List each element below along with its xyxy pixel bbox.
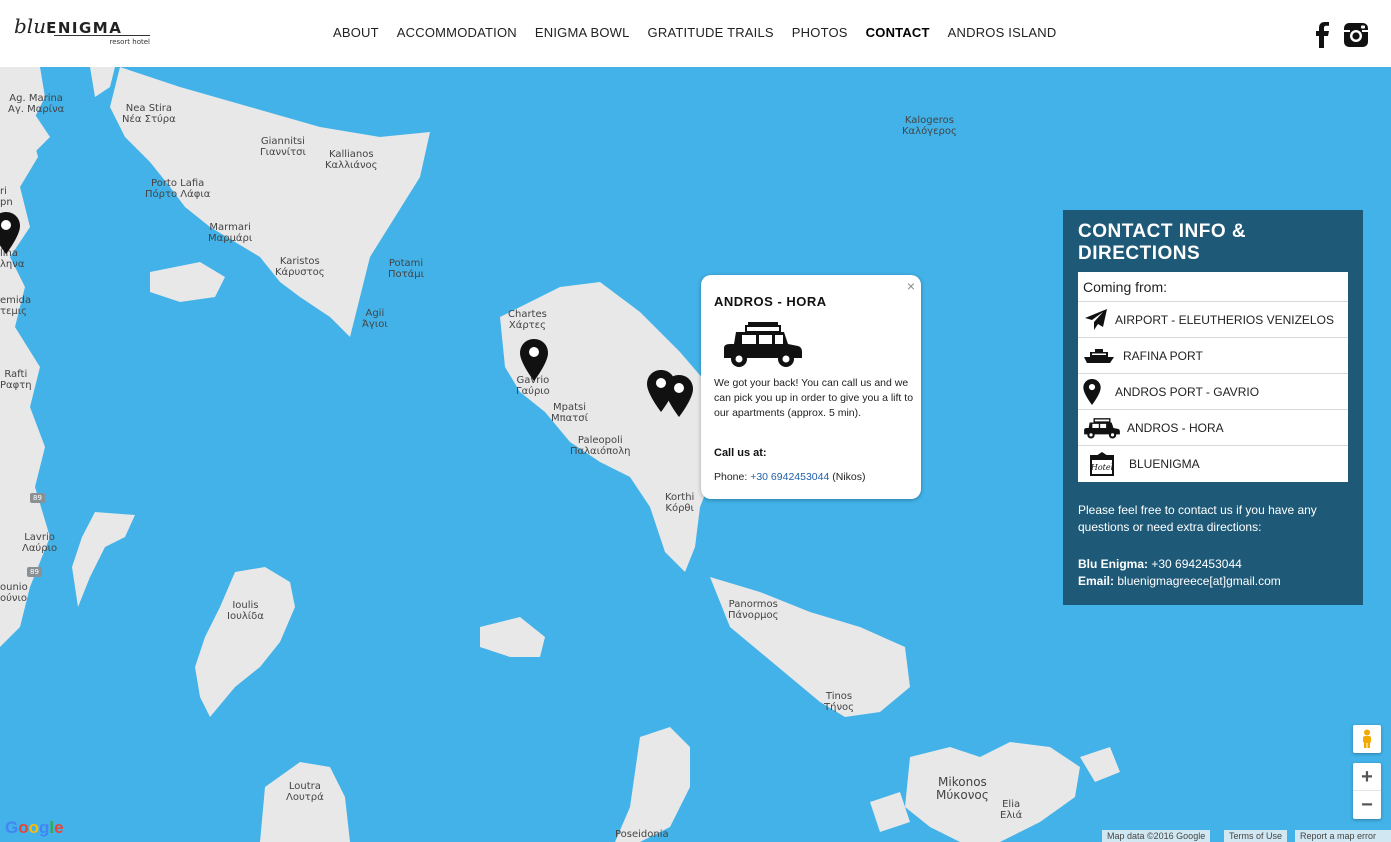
contact-email-value[interactable]: bluenigmagreece[at]gmail.com (1117, 574, 1280, 588)
place-label: Giannitsi Γιαννίτσι (260, 136, 306, 158)
place-label: ri pn (0, 186, 13, 208)
map-pin-icon[interactable] (665, 375, 693, 422)
contact-panel: CONTACT INFO & DIRECTIONS Coming from: A… (1063, 210, 1363, 605)
nav-about[interactable]: ABOUT (333, 25, 379, 40)
zoom-in-button[interactable]: + (1353, 763, 1381, 791)
road-badge: 89 (27, 567, 42, 577)
place-label: Rafti Ραφτη (0, 369, 32, 391)
place-label: Kalogeros Καλόγερος (902, 115, 957, 137)
place-label: Chartes Χάρτες (508, 309, 547, 331)
terms-of-use-link[interactable]: Terms of Use (1224, 830, 1288, 842)
contact-note: Please feel free to contact us if you ha… (1078, 503, 1317, 534)
directions-list: Coming from: AIRPORT - ELEUTHERIOS VENIZ… (1078, 272, 1348, 482)
map-pin-icon[interactable] (0, 212, 20, 259)
logo-tagline: resort hotel (109, 38, 150, 46)
nav-photos[interactable]: PHOTOS (792, 25, 848, 40)
info-window-title: ANDROS - HORA (714, 294, 827, 309)
contact-email: Email: bluenigmagreece[at]gmail.com (1078, 574, 1281, 588)
place-label: Paleopoli Παλαιόπολη (570, 435, 631, 457)
airplane-icon (1083, 307, 1115, 333)
close-icon[interactable]: × (907, 278, 915, 294)
map-pin-icon[interactable] (520, 339, 548, 386)
info-window-text: We got your back! You can call us and we… (714, 377, 914, 419)
direction-item-airport[interactable]: AIRPORT - ELEUTHERIOS VENIZELOS (1078, 302, 1348, 338)
place-label: Nea Stira Νέα Στύρα (122, 103, 176, 125)
place-label: Tinos Τήνος (824, 691, 855, 713)
direction-item-andros-hora[interactable]: ANDROS - HORA (1078, 410, 1348, 446)
ferry-icon (1083, 348, 1123, 364)
place-label: Potami Ποτάμι (388, 258, 424, 280)
instagram-icon[interactable] (1343, 22, 1369, 48)
car-icon (722, 320, 804, 373)
place-label: emida τεμις (0, 295, 32, 317)
place-label: Mikonos Μύκονος (936, 775, 989, 802)
logo[interactable]: bluENIGMA resort hotel (14, 14, 150, 48)
main-nav: ABOUT ACCOMMODATION ENIGMA BOWL GRATITUD… (333, 25, 1074, 40)
place-label: Lavrio Λαύριο (22, 532, 58, 554)
place-label: Panormos Πάνορμος (728, 599, 779, 621)
call-us-label: Call us at: (714, 447, 767, 459)
place-label: Korthi Κόρθι (665, 492, 695, 514)
svg-text:Hotel: Hotel (1090, 463, 1114, 472)
place-label: Ioulis Ιουλίδα (227, 600, 264, 622)
contact-phone-value[interactable]: +30 6942453044 (1151, 557, 1241, 571)
road-badge: 89 (30, 493, 45, 503)
nav-andros-island[interactable]: ANDROS ISLAND (948, 25, 1057, 40)
panel-title: CONTACT INFO & DIRECTIONS (1078, 221, 1247, 264)
map-data-attribution: Map data ©2016 Google (1102, 830, 1211, 842)
nav-enigma-bowl[interactable]: ENIGMA BOWL (535, 25, 630, 40)
hotel-icon: Hotel (1083, 451, 1129, 477)
site-header: bluENIGMA resort hotel ABOUT ACCOMMODATI… (0, 0, 1391, 67)
nav-contact[interactable]: CONTACT (866, 25, 930, 40)
zoom-out-button[interactable]: − (1353, 791, 1381, 819)
nav-gratitude-trails[interactable]: GRATITUDE TRAILS (648, 25, 774, 40)
google-logo[interactable]: Google (5, 818, 64, 838)
direction-item-bluenigma[interactable]: Hotel BLUENIGMA (1078, 446, 1348, 482)
map-info-window: × ANDROS - HORA We got your back! You ca… (701, 275, 921, 499)
car-icon (1083, 417, 1127, 439)
nav-accommodation[interactable]: ACCOMMODATION (397, 25, 517, 40)
phone-link[interactable]: +30 6942453044 (750, 471, 829, 483)
direction-item-rafina-port[interactable]: RAFINA PORT (1078, 338, 1348, 374)
zoom-control: + − (1353, 763, 1381, 819)
place-label: Karistos Κάρυστος (275, 256, 325, 278)
street-view-pegman-icon[interactable] (1353, 725, 1381, 753)
report-map-error-link[interactable]: Report a map error (1295, 830, 1391, 842)
contact-phone: Blu Enigma: +30 6942453044 (1078, 557, 1242, 571)
info-window-phone: Phone: +30 6942453044 (Nikos) (714, 471, 866, 483)
place-label: Poseidonia (615, 829, 669, 840)
place-label: Mpatsi Μπατσί (551, 402, 588, 424)
place-label: Loutra Λουτρά (286, 781, 324, 803)
place-label: Kallianos Καλλιάνος (325, 149, 378, 171)
place-label: ounio ούνιο (0, 582, 28, 604)
place-label: Agii Άγιοι (362, 308, 388, 330)
facebook-icon[interactable] (1311, 22, 1331, 48)
coming-from-label: Coming from: (1078, 272, 1348, 302)
map-pin-icon (1083, 378, 1115, 405)
place-label: Elia Ελιά (1000, 799, 1023, 821)
place-label: Ag. Marina Αγ. Μαρίνα (8, 93, 65, 115)
place-label: Porto Lafia Πόρτο Λάφια (145, 178, 211, 200)
logo-rule (54, 35, 150, 36)
direction-item-andros-port[interactable]: ANDROS PORT - GAVRIO (1078, 374, 1348, 410)
place-label: Marmari Μαρμάρι (208, 222, 253, 244)
